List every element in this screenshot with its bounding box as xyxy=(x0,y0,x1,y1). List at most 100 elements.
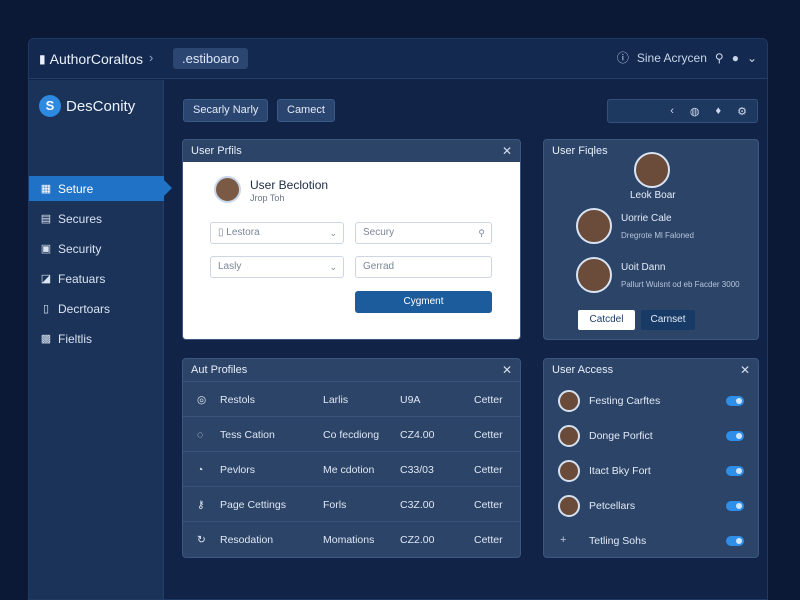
logo-label: DesConity xyxy=(66,97,136,115)
profile-name: User Beclotion xyxy=(250,178,329,192)
access-label: Tetling Sohs xyxy=(589,535,647,547)
table-row[interactable]: ⚷ Page Cettings Forls C3Z.00 Cetter xyxy=(183,486,520,521)
access-row: + Tetling Sohs xyxy=(544,524,758,557)
user-detail: Pallurt Wulsnt od eb Facder 3000 xyxy=(621,280,740,289)
sidebar-item-label: Seture xyxy=(58,181,94,196)
avatar[interactable] xyxy=(576,208,612,244)
user-name: Uoit Dann xyxy=(621,262,666,273)
info-icon[interactable]: ⓘ xyxy=(617,49,629,66)
secury-input[interactable]: Secury ⚲ xyxy=(355,222,492,244)
secarly-narly-button[interactable]: Secarly Narly xyxy=(183,99,269,122)
brand-label: AuthorCoraltos xyxy=(49,51,143,67)
calendar-icon: ▦ xyxy=(40,183,52,195)
breadcrumb[interactable]: .estiboaro xyxy=(173,48,249,69)
camect-button[interactable]: Camect xyxy=(277,99,335,122)
icon-toolbar: ‹ ◍ ♦ ⚙ xyxy=(607,99,758,123)
pin-icon[interactable]: ◍ xyxy=(690,105,700,118)
confirm-button[interactable]: Carnset xyxy=(641,310,695,330)
sidebar: S DesConity ▦ Seture ▤ Secures ▣ Securit… xyxy=(29,80,172,599)
brand[interactable]: ▮ AuthorCoraltos xyxy=(39,51,143,67)
access-row: Petcellars xyxy=(544,489,758,524)
row-type: Forls xyxy=(323,499,347,511)
sidebar-item-secures[interactable]: ▤ Secures xyxy=(29,206,164,231)
file-icon: ▯ xyxy=(42,303,50,315)
row-name: Page Cettings xyxy=(220,499,286,511)
top-bar: ▮ AuthorCoraltos › .estiboaro ⓘ Sine Acr… xyxy=(29,39,767,79)
avatar xyxy=(558,390,580,412)
access-toggle[interactable] xyxy=(726,396,744,406)
sidebar-item-label: Fieltlis xyxy=(58,331,93,346)
row-status: Cetter xyxy=(474,499,503,511)
sidebar-item-fieltlis[interactable]: ▩ Fieltlis xyxy=(29,326,164,351)
sidebar-item-security[interactable]: ▣ Security xyxy=(29,236,164,261)
access-row: Festing Carftes xyxy=(544,384,758,419)
table-row[interactable]: ◔ Pevlors Me cdotion C33/03 Cetter xyxy=(183,451,520,486)
chevron-down-icon[interactable]: ⌄ xyxy=(747,51,757,65)
access-row: Itact Bky Fort xyxy=(544,454,758,489)
avatar[interactable] xyxy=(634,152,670,188)
sidebar-item-featuars[interactable]: ◪ Featuars xyxy=(29,266,164,291)
panel-title: User Fiqles xyxy=(552,145,608,157)
settings-icon[interactable]: ⚙ xyxy=(737,105,747,118)
chevron-left-icon[interactable]: ‹ xyxy=(670,105,674,117)
close-icon[interactable]: ✕ xyxy=(502,363,512,377)
add-user-icon: + xyxy=(560,534,567,546)
gerrad-input[interactable]: Gerrad xyxy=(355,256,492,278)
profile-form-panel: User Prfils ✕ User Beclotion Jrop Toh ▯ … xyxy=(182,139,521,340)
close-icon[interactable]: ✕ xyxy=(740,363,750,377)
access-label: Petcellars xyxy=(589,500,636,512)
row-status: Cetter xyxy=(474,464,503,476)
access-toggle[interactable] xyxy=(726,501,744,511)
row-type: Me cdotion xyxy=(323,464,375,476)
profile-subtitle: Jrop Toh xyxy=(250,193,285,203)
access-toggle[interactable] xyxy=(726,536,744,546)
row-type: Larlis xyxy=(323,394,349,406)
lasly-select[interactable]: Lasly ⌄ xyxy=(210,256,344,278)
table-row[interactable]: ◎ Restols Larlis U9A Cetter xyxy=(183,381,520,416)
panel-header: Aut Profiles ✕ xyxy=(183,359,520,381)
close-icon[interactable]: ✕ xyxy=(502,144,512,158)
app-window: ▮ AuthorCoraltos › .estiboaro ⓘ Sine Acr… xyxy=(28,38,768,600)
row-name: Resodation xyxy=(220,534,274,546)
sidebar-nav: ▦ Seture ▤ Secures ▣ Security ◪ Featuars… xyxy=(29,176,172,356)
access-toggle[interactable] xyxy=(726,466,744,476)
refresh-icon: ↻ xyxy=(197,534,206,546)
sidebar-item-label: Security xyxy=(58,241,102,256)
user-name[interactable]: Sine Acrycen xyxy=(637,51,707,65)
chevron-down-icon: ⌄ xyxy=(329,262,337,272)
sidebar-item-seture[interactable]: ▦ Seture xyxy=(29,176,172,201)
avatar[interactable] xyxy=(576,257,612,293)
table-row[interactable]: ↻ Resodation Momations CZ2.00 Cetter xyxy=(183,521,520,556)
field-value: Lasly xyxy=(218,261,242,272)
row-type: Co fecdiong xyxy=(323,429,380,441)
row-name: Tess Cation xyxy=(220,429,275,441)
table-row[interactable]: ◌ Tess Cation Co fecdiong CZ4.00 Cetter xyxy=(183,416,520,451)
user-icon[interactable]: ● xyxy=(732,51,739,65)
search-icon[interactable]: ⚲ xyxy=(715,51,724,65)
logo[interactable]: S DesConity xyxy=(39,95,135,117)
key-icon: ⚷ xyxy=(197,499,205,511)
access-label: Donge Porfict xyxy=(589,430,653,442)
panel-title: Aut Profiles xyxy=(191,364,248,376)
field-value: Lestora xyxy=(226,227,260,238)
grid-icon: ▩ xyxy=(40,333,52,345)
access-row: Donge Porfict xyxy=(544,419,758,454)
access-toggle[interactable] xyxy=(726,431,744,441)
cancel-button[interactable]: Catcdel xyxy=(578,310,635,330)
row-name: Restols xyxy=(220,394,256,406)
row-name: Pevlors xyxy=(220,464,256,476)
row-code: CZ4.00 xyxy=(400,429,435,441)
tag-icon[interactable]: ♦ xyxy=(716,105,722,117)
row-status: Cetter xyxy=(474,534,503,546)
row-code: CZ2.00 xyxy=(400,534,435,546)
lestora-select[interactable]: ▯ Lestora ⌄ xyxy=(210,222,344,244)
chevron-down-icon: ⌄ xyxy=(329,228,337,238)
clipboard-icon: ▣ xyxy=(40,243,52,255)
cygment-button[interactable]: Cygment xyxy=(355,291,492,313)
row-code: C33/03 xyxy=(400,464,434,476)
field-value: Secury xyxy=(363,227,395,238)
user-profiles-panel: User Fiqles Leok Boar Uorrie Cale Dregro… xyxy=(543,139,759,340)
user-name: Uorrie Cale xyxy=(621,213,672,224)
sidebar-item-decrtoars[interactable]: ▯ Decrtoars xyxy=(29,296,164,321)
panel-header: User Access ✕ xyxy=(544,359,758,381)
